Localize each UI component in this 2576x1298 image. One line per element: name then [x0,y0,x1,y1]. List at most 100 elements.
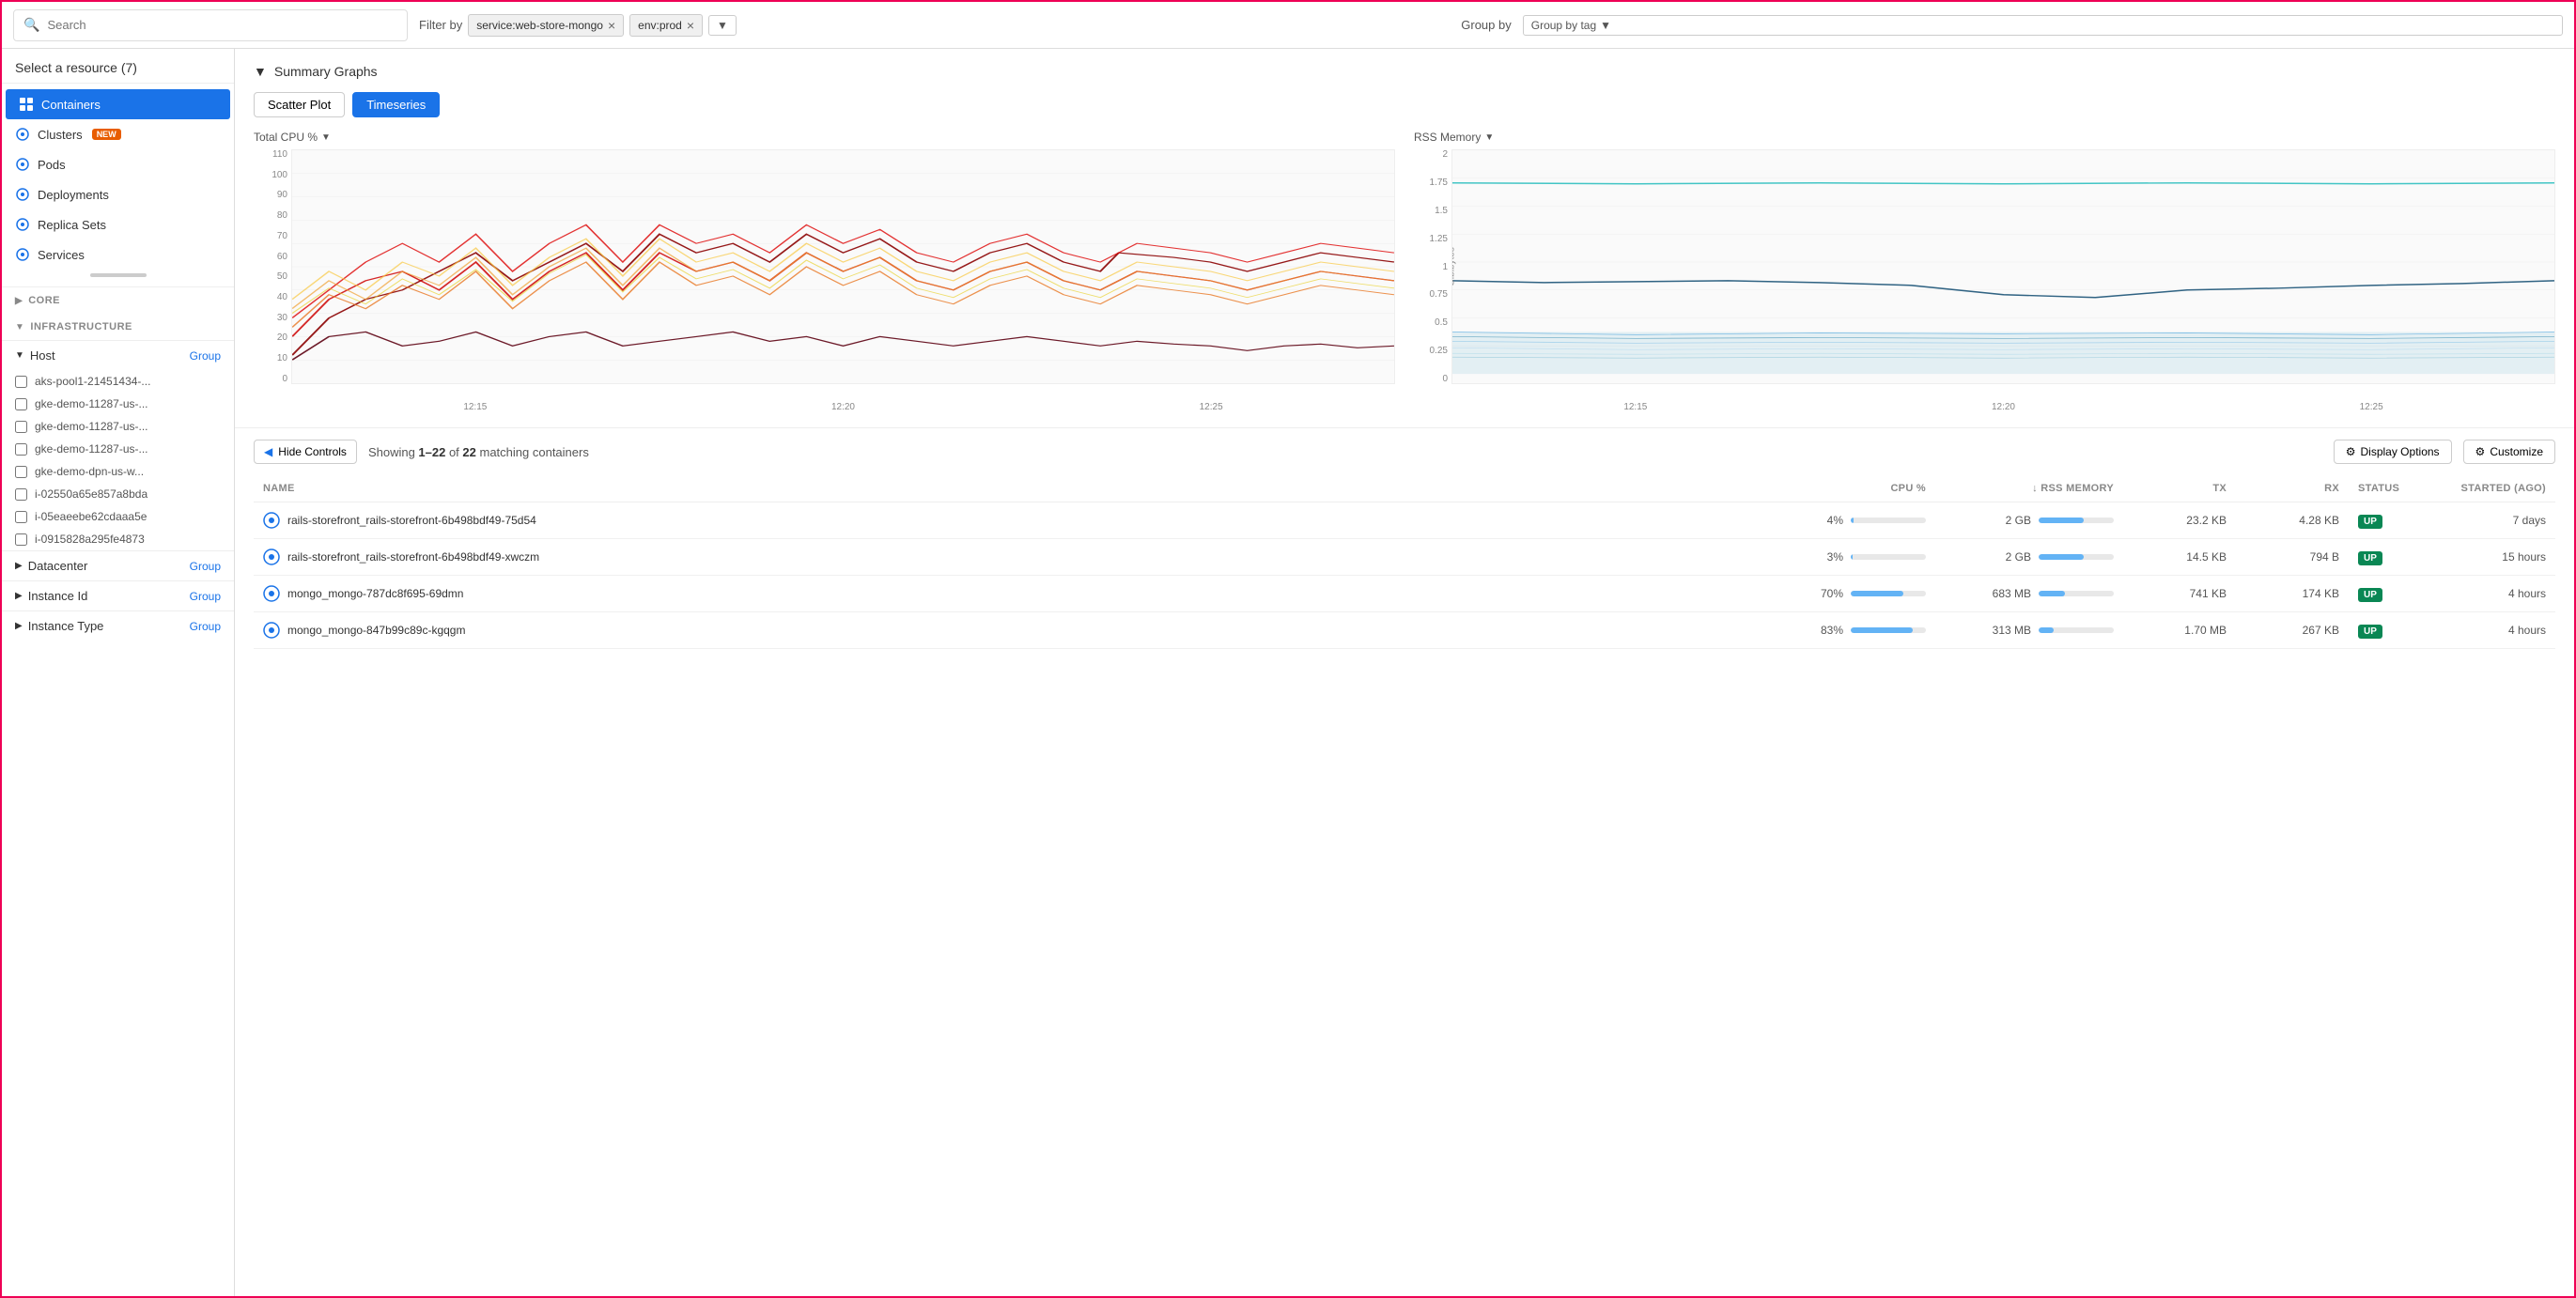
search-input[interactable] [47,18,397,32]
sidebar-item-pods[interactable]: Pods [2,149,234,179]
started-val-3: 4 hours [2508,624,2546,637]
sidebar-item-deployments[interactable]: Deployments [2,179,234,209]
host-name-7: i-0915828a295fe4873 [35,533,145,546]
table-row: mongo_mongo-787dc8f695-69dmn 70% 683 MB … [254,576,2555,612]
instance-id-group-header-left: ▶ Instance Id [15,589,87,603]
timeseries-tab[interactable]: Timeseries [352,92,440,117]
host-name-4: gke-demo-dpn-us-w... [35,465,144,478]
rx-val-3: 267 KB [2303,624,2339,637]
scatter-plot-tab[interactable]: Scatter Plot [254,92,345,117]
chart-controls: Scatter Plot Timeseries [254,92,2555,117]
cell-mem-0: 2 GB [1935,502,2123,539]
datacenter-group-header[interactable]: ▶ Datacenter Group [2,551,234,580]
instance-id-group-header[interactable]: ▶ Instance Id Group [2,581,234,610]
cell-tx-1: 14.5 KB [2123,539,2236,576]
showing-prefix: Showing [368,445,418,459]
data-table: NAME CPU % ↓ RSS MEMORY TX [254,475,2555,649]
host-group-header-left: ▼ Host [15,348,55,363]
search-area[interactable]: 🔍 [13,9,408,41]
customize-button[interactable]: ⚙ Customize [2463,440,2555,464]
sidebar-item-replica-sets[interactable]: Replica Sets [2,209,234,240]
started-val-2: 4 hours [2508,587,2546,600]
sidebar-item-clusters-label: Clusters [38,128,83,142]
cpu-y-0: 0 [254,374,287,384]
mem-chart-svg [1452,150,2554,383]
datacenter-group-action[interactable]: Group [190,560,221,573]
host-checkbox-5[interactable] [15,488,27,501]
sidebar-item-services[interactable]: Services [2,240,234,270]
display-options-button[interactable]: ⚙ Display Options [2334,440,2452,464]
filter-tag-env[interactable]: env:prod × [629,14,703,37]
mem-y-05: 0.5 [1414,317,1448,328]
host-name-2: gke-demo-11287-us-... [35,420,148,433]
showing-count: 22 [462,445,475,459]
host-checkbox-7[interactable] [15,533,27,546]
instance-type-group-header[interactable]: ▶ Instance Type Group [2,611,234,641]
mem-x-1225: 12:25 [2360,402,2383,412]
mem-y-15: 1.5 [1414,206,1448,216]
cpu-bar-fill-1 [1851,554,1853,560]
host-checkbox-0[interactable] [15,376,27,388]
mem-val-3: 313 MB [1984,624,2031,637]
cpu-val-0: 4% [1815,514,1843,527]
cpu-x-1220: 12:20 [831,402,855,412]
host-item-4: gke-demo-dpn-us-w... [2,460,234,483]
cell-started-0: 7 days [2424,502,2555,539]
filter-dropdown[interactable]: ▼ [708,15,737,36]
cell-tx-0: 23.2 KB [2123,502,2236,539]
cpu-x-1225: 12:25 [1200,402,1223,412]
cpu-y-40: 40 [254,292,287,302]
host-checkbox-3[interactable] [15,443,27,456]
summary-header[interactable]: ▼ Summary Graphs [254,64,2555,79]
filter-tag-env-value: env:prod [638,19,682,32]
cpu-y-50: 50 [254,271,287,282]
sidebar-item-clusters[interactable]: Clusters NEW [2,119,234,149]
col-status: STATUS [2349,475,2424,502]
cpu-chart-label-text: Total CPU % [254,131,318,144]
cell-cpu-1: 3% [1766,539,1935,576]
mem-y-075: 0.75 [1414,289,1448,300]
filter-tag-service[interactable]: service:web-store-mongo × [468,14,624,37]
mem-chart-label[interactable]: RSS Memory ▼ [1414,131,2555,144]
top-bar: 🔍 Filter by service:web-store-mongo × en… [2,2,2574,49]
mem-val-2: 683 MB [1984,587,2031,600]
group-by-value: Group by tag [1531,19,1596,32]
host-checkbox-1[interactable] [15,398,27,410]
host-item-7: i-0915828a295fe4873 [2,528,234,550]
instance-id-group-action[interactable]: Group [190,590,221,603]
mem-x-1215: 12:15 [1623,402,1647,412]
tx-val-3: 1.70 MB [2184,624,2227,637]
col-mem[interactable]: ↓ RSS MEMORY [1935,475,2123,502]
host-group-action[interactable]: Group [190,349,221,363]
cpu-chart-label[interactable]: Total CPU % ▼ [254,131,1395,144]
col-cpu: CPU % [1766,475,1935,502]
instance-type-group-action[interactable]: Group [190,620,221,633]
mem-chart-container: RSS Memory ▼ 2 1.75 1.5 1.25 1 0.75 [1414,131,2555,412]
cell-status-0: UP [2349,502,2424,539]
cell-tx-2: 741 KB [2123,576,2236,612]
host-checkbox-2[interactable] [15,421,27,433]
cpu-x-axis: 12:15 12:20 12:25 [291,402,1395,412]
host-checkbox-4[interactable] [15,466,27,478]
sidebar-item-containers[interactable]: Containers [6,89,230,119]
group-by-select[interactable]: Group by tag ▼ [1523,15,2563,36]
sidebar-section-core-label: CORE [28,295,60,306]
hide-controls-button[interactable]: ◀ Hide Controls [254,440,357,464]
cpu-val-2: 70% [1815,587,1843,600]
table-body: rails-storefront_rails-storefront-6b498b… [254,502,2555,649]
cell-started-1: 15 hours [2424,539,2555,576]
showing-text: Showing 1–22 of 22 matching containers [368,445,2322,459]
sidebar-nav: Containers Clusters NEW [2,84,234,287]
showing-range: 1–22 [418,445,445,459]
core-chevron-icon: ▶ [15,296,23,306]
host-group-header[interactable]: ▼ Host Group [2,341,234,370]
filter-tag-service-remove[interactable]: × [608,18,615,33]
sidebar-section-core-header[interactable]: ▶ CORE [2,287,234,314]
sidebar-section-infrastructure-header[interactable]: ▼ INFRASTRUCTURE [2,314,234,340]
host-checkbox-6[interactable] [15,511,27,523]
col-tx: TX [2123,475,2236,502]
filter-tag-env-remove[interactable]: × [687,18,694,33]
mem-y-025: 0.25 [1414,346,1448,356]
hide-controls-icon: ◀ [264,445,272,458]
cpu-y-90: 90 [254,190,287,200]
